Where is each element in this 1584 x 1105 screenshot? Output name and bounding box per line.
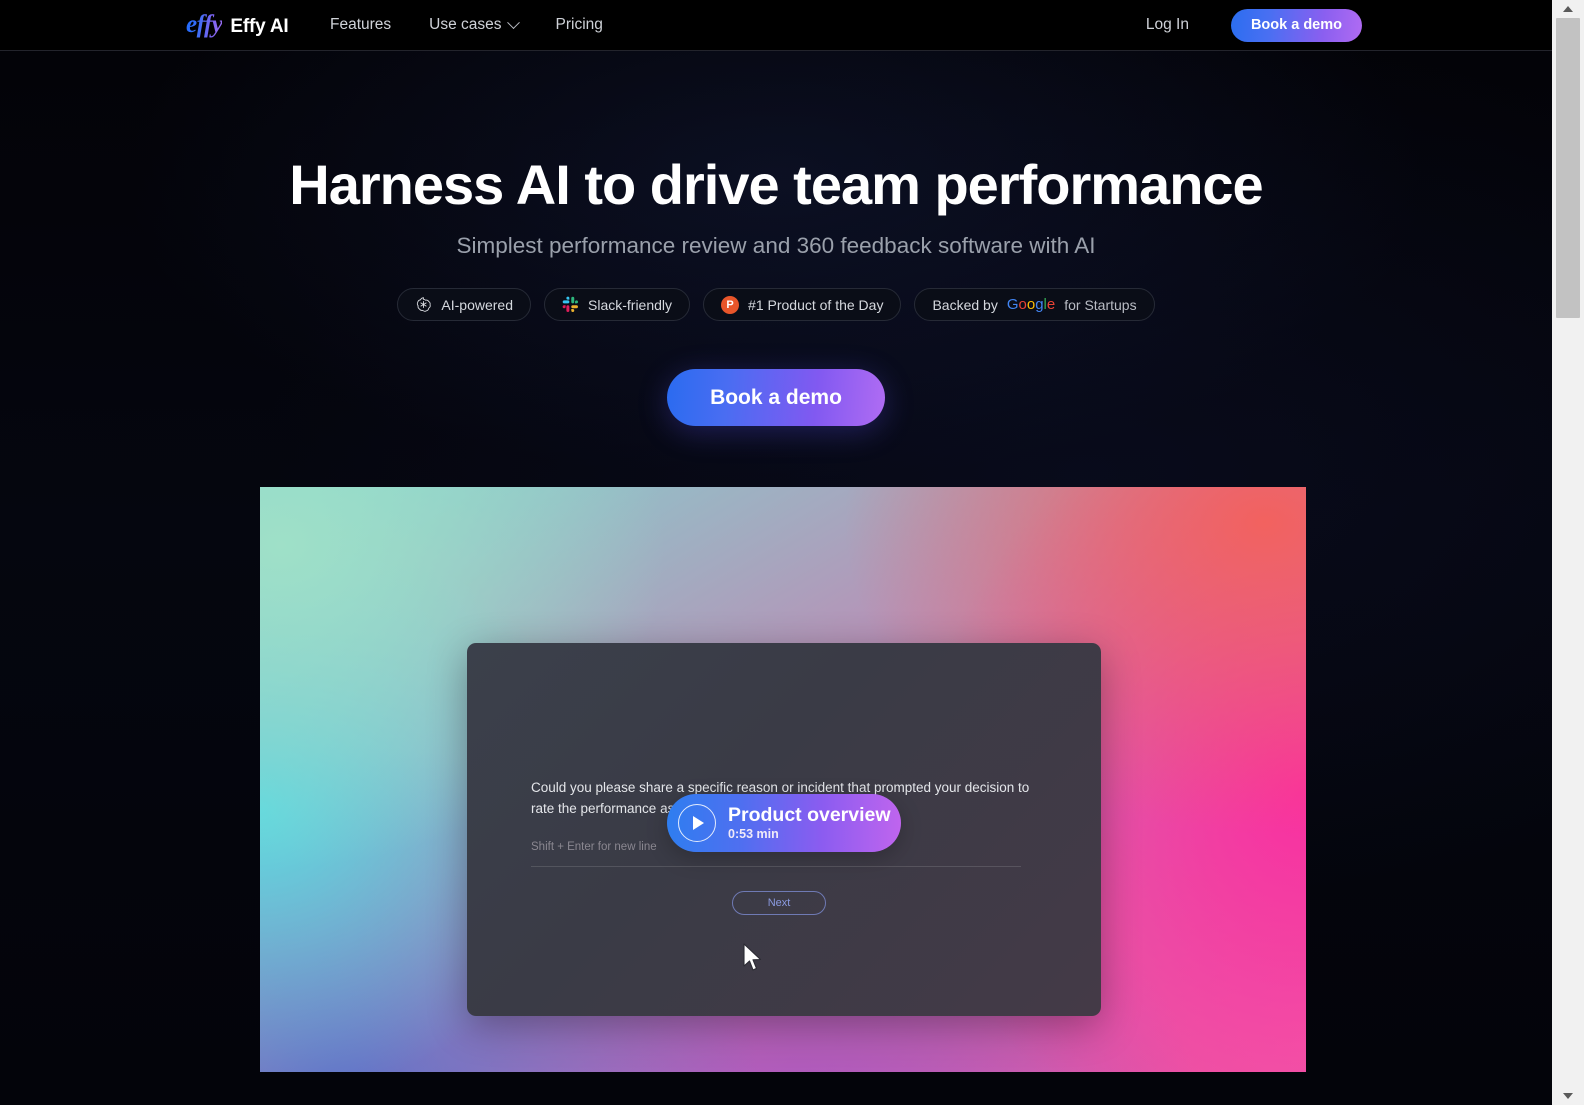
play-button-labels: Product overview 0:53 min bbox=[728, 803, 891, 842]
book-demo-button-nav[interactable]: Book a demo bbox=[1230, 8, 1362, 42]
badge-backed-by-prefix: Backed by bbox=[932, 296, 998, 313]
nav-item-use-cases-label: Use cases bbox=[429, 16, 502, 33]
badge-ai-powered[interactable]: AI-powered bbox=[397, 288, 531, 321]
badge-product-of-the-day[interactable]: P #1 Product of the Day bbox=[703, 288, 902, 321]
product-hunt-icon: P bbox=[721, 295, 740, 314]
scroll-up-button[interactable] bbox=[1552, 0, 1584, 18]
page-title: Harness AI to drive team performance bbox=[289, 153, 1263, 216]
slack-icon bbox=[562, 296, 579, 313]
mouse-cursor-icon bbox=[743, 943, 762, 971]
next-button[interactable]: Next bbox=[732, 891, 826, 915]
video-title: Product overview bbox=[728, 803, 891, 826]
nav-item-features[interactable]: Features bbox=[330, 16, 391, 34]
badge-slack-friendly-label: Slack-friendly bbox=[588, 296, 673, 313]
hero-cta-container: Book a demo bbox=[0, 369, 1552, 426]
badge-backed-by-suffix: for Startups bbox=[1064, 296, 1137, 313]
chevron-down-icon bbox=[506, 15, 520, 29]
browser-page: effy Effy AI Features Use cases Pricing … bbox=[0, 0, 1584, 1105]
book-demo-button-hero[interactable]: Book a demo bbox=[667, 369, 885, 426]
badge-backed-by-google[interactable]: Backed by Google for Startups bbox=[914, 288, 1155, 321]
hero-subtitle: Simplest performance review and 360 feed… bbox=[456, 233, 1096, 258]
primary-nav-links: Features Use cases Pricing bbox=[330, 15, 603, 34]
nav-item-pricing-label: Pricing bbox=[555, 16, 603, 33]
openai-icon bbox=[415, 296, 432, 313]
nav-item-pricing[interactable]: Pricing bbox=[556, 16, 603, 34]
badge-product-of-the-day-label: #1 Product of the Day bbox=[748, 296, 884, 313]
brand-name: Effy AI bbox=[230, 16, 289, 37]
input-divider bbox=[531, 866, 1021, 867]
nav-item-features-label: Features bbox=[330, 16, 392, 33]
page-viewport: effy Effy AI Features Use cases Pricing … bbox=[0, 0, 1552, 1105]
play-video-button[interactable]: Product overview 0:53 min bbox=[667, 794, 901, 852]
login-link[interactable]: Log In bbox=[1146, 16, 1189, 34]
hero-section: Harness AI to drive team performance Sim… bbox=[0, 51, 1552, 1105]
top-navigation-bar: effy Effy AI Features Use cases Pricing … bbox=[0, 0, 1552, 51]
google-icon: Google bbox=[1006, 296, 1056, 313]
play-icon bbox=[678, 804, 716, 842]
input-hint-text: Shift + Enter for new line bbox=[531, 841, 657, 853]
video-duration: 0:53 min bbox=[728, 827, 779, 842]
trust-badges-row: AI-powered Slack-friendly P #1 Product o… bbox=[0, 288, 1552, 321]
caret-down-icon bbox=[1563, 1093, 1573, 1099]
badge-slack-friendly[interactable]: Slack-friendly bbox=[544, 288, 691, 321]
caret-up-icon bbox=[1563, 6, 1573, 12]
badge-ai-powered-label: AI-powered bbox=[441, 296, 513, 313]
brand-logo[interactable]: effy Effy AI bbox=[186, 11, 289, 39]
product-video-showcase[interactable]: Could you please share a specific reason… bbox=[260, 487, 1306, 1072]
scroll-down-button[interactable] bbox=[1552, 1087, 1584, 1105]
nav-actions: Log In Book a demo bbox=[1146, 8, 1362, 42]
vertical-scrollbar[interactable] bbox=[1552, 0, 1584, 1105]
effy-logomark: effy bbox=[186, 11, 223, 38]
scrollbar-thumb[interactable] bbox=[1556, 18, 1580, 318]
nav-item-use-cases[interactable]: Use cases bbox=[429, 15, 520, 34]
